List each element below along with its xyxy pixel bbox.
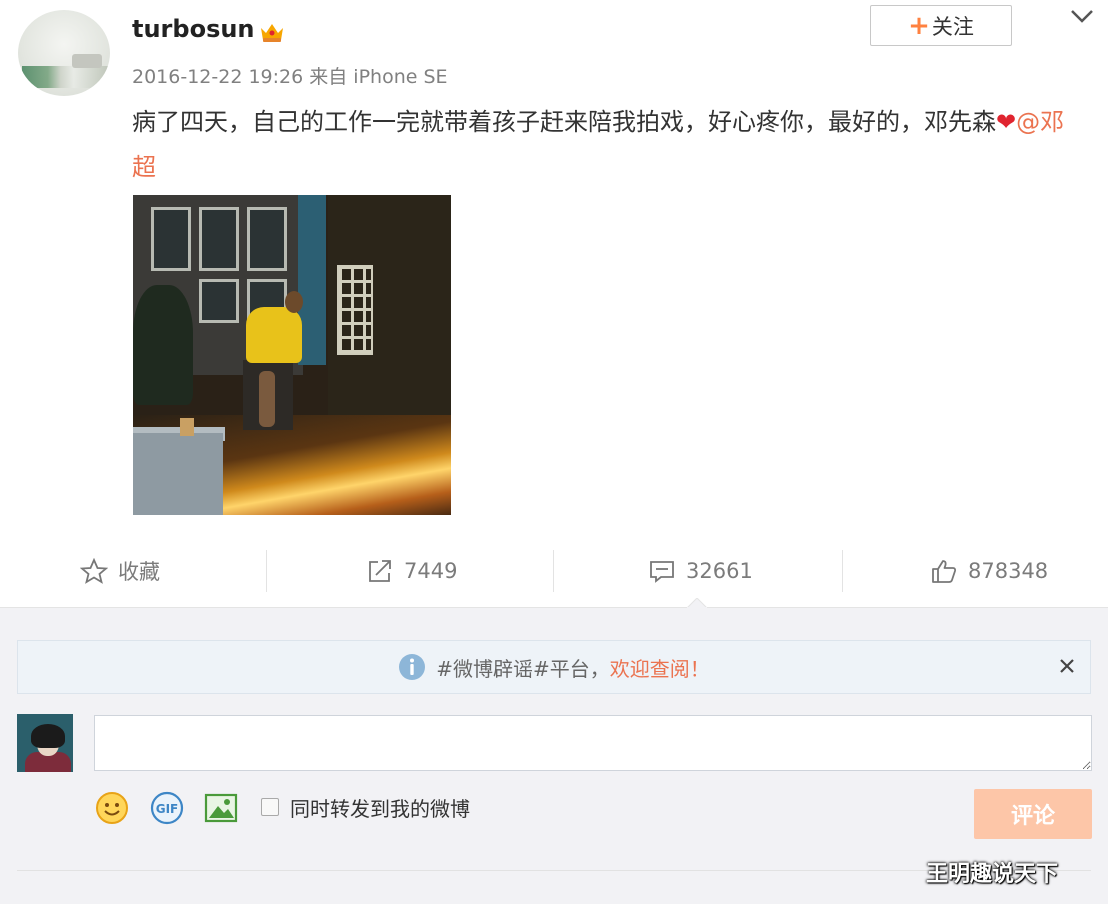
gif-icon[interactable]: GIF	[149, 790, 185, 826]
like-button[interactable]: 878348	[930, 540, 1048, 602]
emoji-icon[interactable]	[94, 790, 130, 826]
photo-person-head	[285, 291, 303, 313]
favorite-button[interactable]: 收藏	[80, 540, 160, 602]
poster-avatar[interactable]	[18, 10, 110, 96]
notice-hashtag[interactable]: #微博辟谣#平台，	[436, 657, 610, 681]
watermark-text: 王明趣说天下	[926, 862, 1059, 887]
repost-count: 7449	[404, 559, 458, 583]
panel-pointer	[687, 598, 707, 608]
photo-cup	[180, 418, 194, 436]
close-icon[interactable]	[1056, 655, 1078, 677]
action-divider	[553, 550, 554, 592]
photo-window	[199, 207, 239, 271]
thumbs-up-icon	[932, 560, 957, 583]
photo-window	[151, 207, 191, 271]
comment-icon	[650, 561, 674, 583]
photo-tree	[133, 285, 193, 405]
avatar-image-detail	[31, 724, 65, 748]
chevron-down-icon[interactable]	[1068, 6, 1096, 26]
comment-input[interactable]	[94, 715, 1092, 771]
heart-icon: ❤	[996, 108, 1017, 136]
post-meta: 2016-12-22 19:26 来自 iPhone SE	[132, 66, 448, 88]
star-icon	[80, 558, 108, 584]
favorite-label: 收藏	[118, 560, 160, 584]
current-user-avatar[interactable]	[17, 714, 73, 772]
share-icon	[369, 560, 391, 582]
svg-text:GIF: GIF	[156, 802, 179, 816]
photo-umbrella	[259, 371, 275, 427]
photo-person-jacket	[246, 307, 302, 363]
poster-username[interactable]: turbosun	[132, 15, 255, 43]
follow-button[interactable]: + 关注	[870, 5, 1012, 46]
comment-count: 32661	[686, 559, 753, 583]
follow-label: 关注	[931, 14, 974, 39]
photo-lattice	[337, 265, 373, 355]
notice-text: #微博辟谣#平台，欢迎查阅！	[436, 653, 710, 682]
avatar-image-detail	[72, 54, 102, 68]
post-photo[interactable]	[133, 195, 451, 515]
vip-crown-icon	[261, 24, 283, 42]
repost-button[interactable]: 7449	[366, 540, 457, 602]
image-icon[interactable]	[203, 790, 239, 826]
rumor-notice-bar: #微博辟谣#平台，欢迎查阅！	[17, 640, 1091, 694]
action-divider	[842, 550, 843, 592]
photo-door	[298, 195, 326, 365]
plus-icon: +	[908, 10, 930, 41]
photo-window	[247, 207, 287, 271]
repost-checkbox-label[interactable]: 同时转发到我的微博	[290, 793, 470, 822]
comment-submit-button[interactable]: 评论	[974, 789, 1092, 839]
action-divider	[266, 550, 267, 592]
photo-table	[133, 433, 223, 515]
like-count: 878348	[968, 559, 1049, 583]
info-icon	[399, 654, 426, 680]
comment-button[interactable]: 32661	[648, 540, 753, 602]
notice-link[interactable]: 欢迎查阅！	[610, 657, 710, 681]
avatar-image-detail	[22, 66, 108, 88]
post-body: 病了四天，自己的工作一完就带着孩子赶来陪我拍戏，好心疼你，最好的，邓先森	[132, 108, 996, 136]
photo-window	[199, 279, 239, 323]
post-text: 病了四天，自己的工作一完就带着孩子赶来陪我拍戏，好心疼你，最好的，邓先森❤@邓超	[132, 100, 1082, 190]
repost-checkbox[interactable]	[261, 798, 279, 816]
action-bar: 收藏 7449 32661 878348	[0, 540, 1108, 602]
